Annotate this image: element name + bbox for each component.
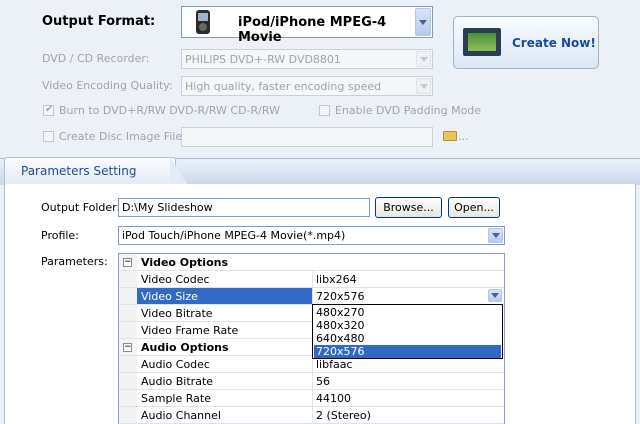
- tab-label: Parameters Setting: [21, 164, 137, 178]
- dvd-recorder-dropdown-button[interactable]: [416, 51, 431, 67]
- encoding-quality-label: Video Encoding Quality:: [42, 79, 173, 92]
- disc-image-label: Create Disc Image File:: [59, 130, 186, 143]
- tab-edge: [170, 157, 188, 185]
- dvd-recorder-value: PHILIPS DVD+-RW DVD8801: [185, 53, 341, 66]
- output-format-label: Output Format:: [42, 14, 156, 29]
- tab-parameters-setting[interactable]: Parameters Setting: [4, 157, 176, 185]
- profile-select[interactable]: iPod Touch/iPhone MPEG-4 Movie(*.mp4): [118, 226, 505, 245]
- collapse-icon[interactable]: −: [123, 343, 132, 352]
- output-format-value: iPod/iPhone MPEG-4 Movie: [238, 15, 387, 45]
- profile-dropdown-button[interactable]: [488, 228, 503, 243]
- encoding-quality-select[interactable]: High quality, faster encoding speed: [181, 76, 433, 96]
- property-value: libfaac: [316, 358, 353, 371]
- property-name: Video Size: [141, 290, 198, 303]
- parameters-label: Parameters:: [41, 255, 108, 268]
- create-now-label: Create Now!: [512, 36, 596, 50]
- profile-value: iPod Touch/iPhone MPEG-4 Movie(*.mp4): [122, 229, 346, 242]
- dvd-recorder-label: DVD / CD Recorder:: [42, 52, 150, 65]
- create-now-button[interactable]: Create Now!: [453, 16, 599, 69]
- property-name: Audio Channel: [141, 409, 221, 422]
- category-label: Video Options: [141, 256, 229, 269]
- row-audio-bitrate[interactable]: Audio Bitrate 56: [119, 373, 504, 390]
- disc-image-input[interactable]: [181, 127, 433, 147]
- row-sample-rate[interactable]: Sample Rate 44100: [119, 390, 504, 407]
- encoding-quality-dropdown-button[interactable]: [416, 78, 431, 94]
- row-video-codec[interactable]: Video Codec libx264: [119, 271, 504, 288]
- ipod-icon: [196, 10, 210, 34]
- category-video-options[interactable]: − Video Options: [119, 254, 504, 271]
- property-value: 44100: [316, 392, 351, 405]
- padding-checkbox-label: Enable DVD Padding Mode: [335, 104, 482, 117]
- collapse-icon[interactable]: −: [123, 258, 132, 267]
- property-value: 56: [316, 375, 330, 388]
- output-folder-value: D:\My Slideshow: [122, 201, 213, 214]
- property-name: Audio Codec: [141, 358, 210, 371]
- row-audio-channel[interactable]: Audio Channel 2 (Stereo): [119, 407, 504, 424]
- dvd-recorder-select[interactable]: PHILIPS DVD+-RW DVD8801: [181, 49, 433, 69]
- video-size-option[interactable]: 480x320: [314, 319, 501, 332]
- video-size-option[interactable]: 640x480: [314, 332, 501, 345]
- open-button[interactable]: Open...: [448, 197, 500, 218]
- category-label: Audio Options: [141, 341, 229, 354]
- property-value: 720x576: [316, 290, 365, 303]
- output-folder-label: Output Folder:: [41, 201, 121, 214]
- property-value: 2 (Stereo): [316, 409, 371, 422]
- burn-checkbox[interactable]: ✔: [43, 104, 54, 116]
- padding-checkbox[interactable]: [319, 105, 330, 116]
- disc-image-checkbox[interactable]: [43, 131, 54, 142]
- output-folder-input[interactable]: D:\My Slideshow: [118, 198, 370, 217]
- property-value: libx264: [316, 273, 357, 286]
- row-video-size[interactable]: Video Size 720x576: [119, 288, 504, 305]
- output-format-select[interactable]: iPod/iPhone MPEG-4 Movie: [181, 6, 433, 45]
- browse-button[interactable]: Browse...: [375, 197, 442, 218]
- video-size-option[interactable]: 480x270: [314, 306, 501, 319]
- profile-label: Profile:: [41, 229, 79, 242]
- encoding-quality-value: High quality, faster encoding speed: [185, 80, 382, 93]
- video-size-dropdown-button[interactable]: [488, 289, 502, 302]
- output-format-dropdown-button[interactable]: [415, 8, 431, 36]
- property-name: Video Frame Rate: [141, 324, 239, 337]
- folder-icon[interactable]: [443, 131, 457, 141]
- property-name: Audio Bitrate: [141, 375, 214, 388]
- property-name: Sample Rate: [141, 392, 211, 405]
- film-icon: [463, 28, 501, 56]
- property-name: Video Bitrate: [141, 307, 213, 320]
- folder-browse-dots: ...: [458, 130, 469, 143]
- burn-checkbox-label: Burn to DVD+R/RW DVD-R/RW CD-R/RW: [59, 104, 280, 117]
- video-size-dropdown-list: 480x270 480x320 640x480 720x576: [312, 304, 503, 359]
- video-size-option-selected[interactable]: 720x576: [314, 345, 501, 358]
- property-name: Video Codec: [141, 273, 210, 286]
